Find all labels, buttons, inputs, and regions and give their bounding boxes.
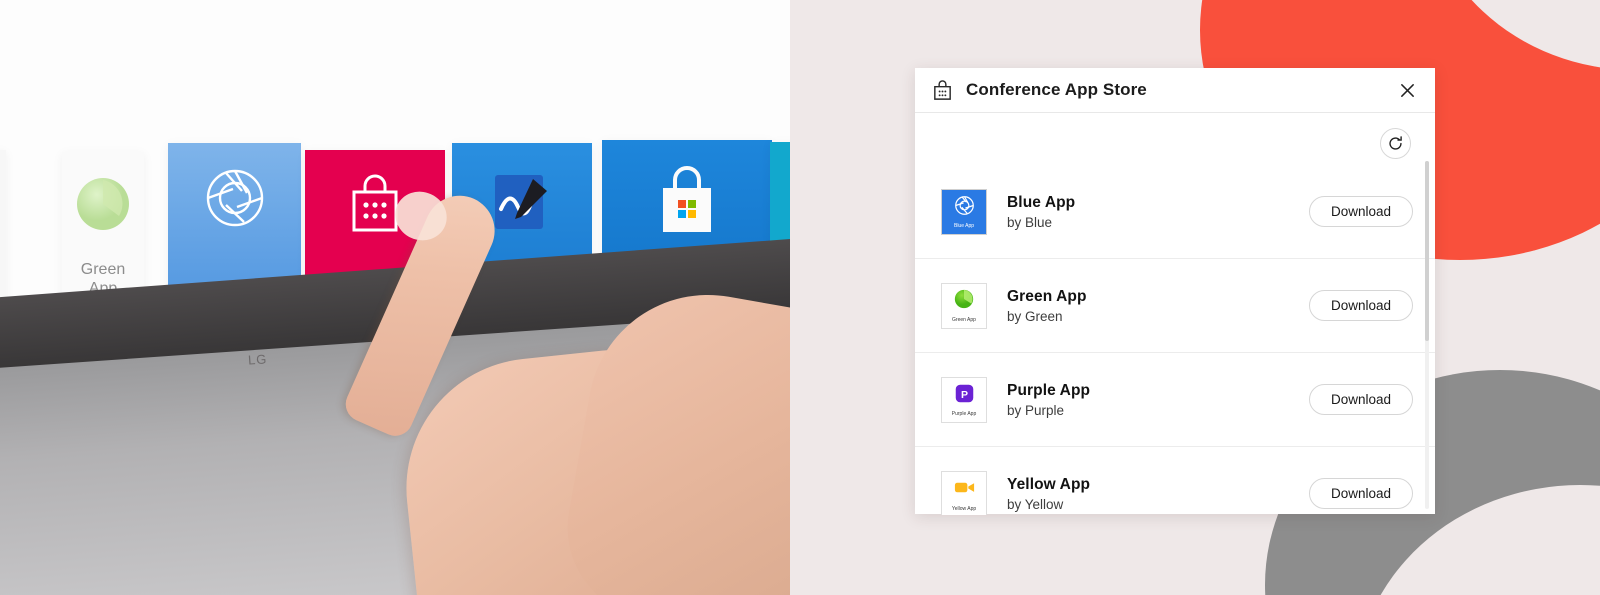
app-name: Green App [1007, 287, 1087, 305]
download-button[interactable]: Download [1309, 478, 1413, 509]
green-sphere-icon [953, 288, 975, 315]
app-name: Yellow App [1007, 475, 1091, 493]
pen-board-icon [452, 167, 592, 239]
screenshot-root: Green App Blue App [0, 0, 1600, 595]
shopping-bag-icon [305, 174, 445, 234]
green-sphere-icon [62, 176, 144, 232]
app-tile-label: Green App [952, 317, 976, 323]
aperture-icon [168, 167, 301, 229]
close-icon[interactable] [1393, 76, 1421, 104]
download-button[interactable]: Download [1309, 384, 1413, 415]
shopping-bag-icon [931, 79, 954, 102]
brand-logo: LG [247, 351, 268, 368]
app-meta: Purple App by Purple [1007, 382, 1309, 418]
scrollbar-thumb[interactable] [1425, 161, 1429, 341]
app-icon-tile: Yellow App [941, 470, 987, 515]
app-name: Blue App [1007, 193, 1076, 211]
app-meta: Blue App by Blue [1007, 194, 1309, 230]
video-camera-icon [953, 476, 976, 504]
app-author: by Blue [1007, 214, 1053, 230]
app-row-green[interactable]: Green App Green App by Green Download [915, 259, 1435, 353]
right-panel: Conference App Store Blue App Blue App b… [790, 0, 1600, 595]
app-meta: Yellow App by Yellow [1007, 476, 1309, 512]
purple-p-icon: P [954, 383, 975, 409]
app-icon-tile: Blue App [941, 188, 987, 235]
app-name: Purple App [1007, 381, 1091, 399]
download-button[interactable]: Download [1309, 290, 1413, 321]
app-tile-label: Blue App [953, 222, 975, 229]
tile-partial-left [0, 150, 6, 320]
app-row-yellow[interactable]: Yellow App Yellow App by Yellow Download [915, 447, 1435, 515]
microsoft-store-icon [602, 164, 772, 238]
app-store-dialog: Conference App Store Blue App Blue App b… [915, 68, 1435, 515]
app-tile-label: Yellow App [951, 505, 977, 512]
app-icon-tile: P Purple App [941, 376, 987, 423]
app-author: by Yellow [1007, 496, 1064, 512]
aperture-icon [954, 195, 975, 221]
app-icon-tile: Green App [941, 282, 987, 329]
dialog-title: Conference App Store [966, 80, 1147, 99]
download-button[interactable]: Download [1309, 196, 1413, 227]
app-row-purple[interactable]: P Purple App Purple App by Purple Downlo… [915, 353, 1435, 447]
refresh-icon[interactable] [1380, 127, 1411, 159]
app-row-blue[interactable]: Blue App Blue App by Blue Download [915, 165, 1435, 259]
app-author: by Purple [1007, 402, 1065, 418]
refresh-row [915, 113, 1435, 165]
app-list: Blue App Blue App by Blue Download Green… [915, 165, 1435, 515]
product-photo: Green App Blue App [0, 0, 790, 595]
app-meta: Green App by Green [1007, 288, 1309, 324]
svg-text:P: P [960, 388, 967, 400]
dialog-header: Conference App Store [915, 68, 1435, 113]
app-author: by Green [1007, 308, 1063, 324]
dialog-body: Blue App Blue App by Blue Download Green… [915, 113, 1435, 515]
app-tile-label: Purple App [951, 410, 977, 417]
